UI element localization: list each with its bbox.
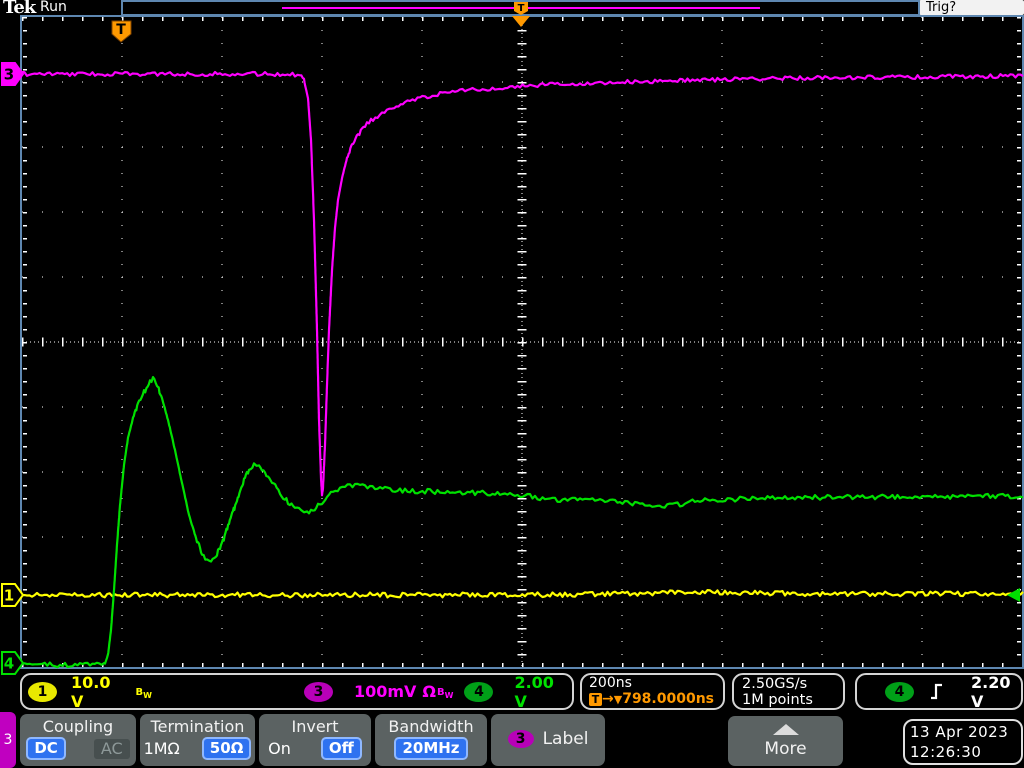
- ch1-marker-label: 1: [4, 587, 14, 605]
- trigger-t-icon: T: [589, 693, 602, 706]
- ch4-position-marker[interactable]: [1, 651, 25, 675]
- graticule-frame: [20, 15, 1024, 669]
- trigger-readout-box[interactable]: 4 2.20 V: [855, 672, 1023, 711]
- invert-on-option[interactable]: On: [268, 739, 291, 758]
- invert-button[interactable]: Invert On Off: [259, 714, 371, 766]
- date-text: 13 Apr 2023: [910, 723, 1009, 741]
- termination-button[interactable]: Termination 1MΩ 50Ω: [140, 714, 255, 766]
- bandwidth-title: Bandwidth: [388, 717, 474, 736]
- coupling-title: Coupling: [42, 717, 114, 736]
- coupling-button[interactable]: Coupling DC AC: [20, 714, 136, 766]
- vertical-readout-box: 1 10.0 V BW 3 100mV Ω BW 4 2.00 V BW: [20, 672, 596, 711]
- termination-1m-option[interactable]: 1MΩ: [144, 739, 180, 758]
- rising-edge-icon: [931, 683, 942, 700]
- record-view-trigger-marker[interactable]: [514, 2, 528, 15]
- acquisition-readout-box: 2.50GS/s 1M points: [732, 673, 845, 710]
- horizontal-readout-box[interactable]: 200ns T →▼798.0000ns: [580, 673, 725, 710]
- bandwidth-button[interactable]: Bandwidth 20MHz: [375, 714, 487, 766]
- coupling-dc-option[interactable]: DC: [26, 737, 66, 760]
- expansion-point-arrow: [512, 16, 530, 27]
- bandwidth-value[interactable]: 20MHz: [394, 737, 468, 760]
- trigger-position-label: T: [116, 22, 126, 38]
- ch3-position-marker[interactable]: [1, 62, 25, 86]
- ch3-impedance: Ω: [422, 682, 436, 701]
- ch1-scale: 10.0 V: [71, 672, 111, 711]
- menu-channel-tab[interactable]: 3: [0, 712, 16, 768]
- termination-title: Termination: [150, 717, 245, 736]
- ch4-badge[interactable]: 4: [464, 681, 494, 702]
- trigger-status-text: Trig?: [926, 0, 957, 15]
- time-text: 12:26:30: [910, 743, 982, 761]
- more-up-triangle-icon: [772, 723, 799, 735]
- label-title: Label: [542, 728, 589, 749]
- oscilloscope-screen: Tek Run Trig? TT143 1 10.0 V BW 3 100mV …: [0, 0, 1024, 768]
- invert-title: Invert: [291, 717, 339, 736]
- sample-rate: 2.50GS/s: [742, 675, 808, 692]
- ch3-marker-label: 3: [4, 66, 14, 84]
- ch4-trace: [21, 376, 1024, 669]
- coupling-ac-option[interactable]: AC: [93, 738, 130, 759]
- ch3-bandwidth-limit-icon: BW: [437, 687, 454, 700]
- trigger-source-badge: 4: [885, 681, 914, 702]
- invert-off-option[interactable]: Off: [320, 737, 362, 760]
- graticule-display: T T 1 4 3: [1, 0, 1024, 675]
- label-channel-badge: 3: [507, 729, 534, 748]
- more-title: More: [764, 738, 807, 759]
- ch4-scale: 2.00 V: [514, 672, 554, 711]
- tek-logo: Tek: [3, 0, 36, 18]
- ch1-trace: [22, 589, 1024, 599]
- delay-value: 798.0000ns: [622, 691, 715, 707]
- record-length: 1M points: [742, 691, 813, 708]
- timebase-scale: 200ns: [589, 675, 632, 691]
- termination-50-option[interactable]: 50Ω: [201, 737, 252, 760]
- ch4-marker-label: 4: [4, 655, 14, 673]
- acquisition-status: Run: [40, 0, 67, 15]
- more-button[interactable]: More: [728, 716, 843, 766]
- record-view-trigger-label: T: [518, 3, 525, 14]
- trigger-position-marker[interactable]: [111, 20, 132, 43]
- ch3-trace: [21, 70, 1024, 497]
- horizontal-delay-readout: T →▼798.0000ns: [589, 691, 714, 708]
- ch3-scale: 100mV: [353, 682, 417, 701]
- ch1-position-marker[interactable]: [1, 583, 25, 607]
- delay-arrow-icon: ▼: [613, 693, 623, 706]
- record-view-bar: [121, 0, 920, 16]
- datetime-box: 13 Apr 2023 12:26:30: [903, 719, 1023, 765]
- trigger-level: 2.20 V: [971, 672, 1011, 711]
- label-button[interactable]: 3 Label: [491, 714, 605, 766]
- trigger-level-arrow[interactable]: [1007, 588, 1020, 602]
- ch1-bandwidth-limit-icon: BW: [135, 687, 152, 700]
- ch3-badge[interactable]: 3: [303, 681, 333, 702]
- trigger-status-banner: Trig?: [919, 0, 1024, 15]
- ch1-badge[interactable]: 1: [28, 681, 57, 702]
